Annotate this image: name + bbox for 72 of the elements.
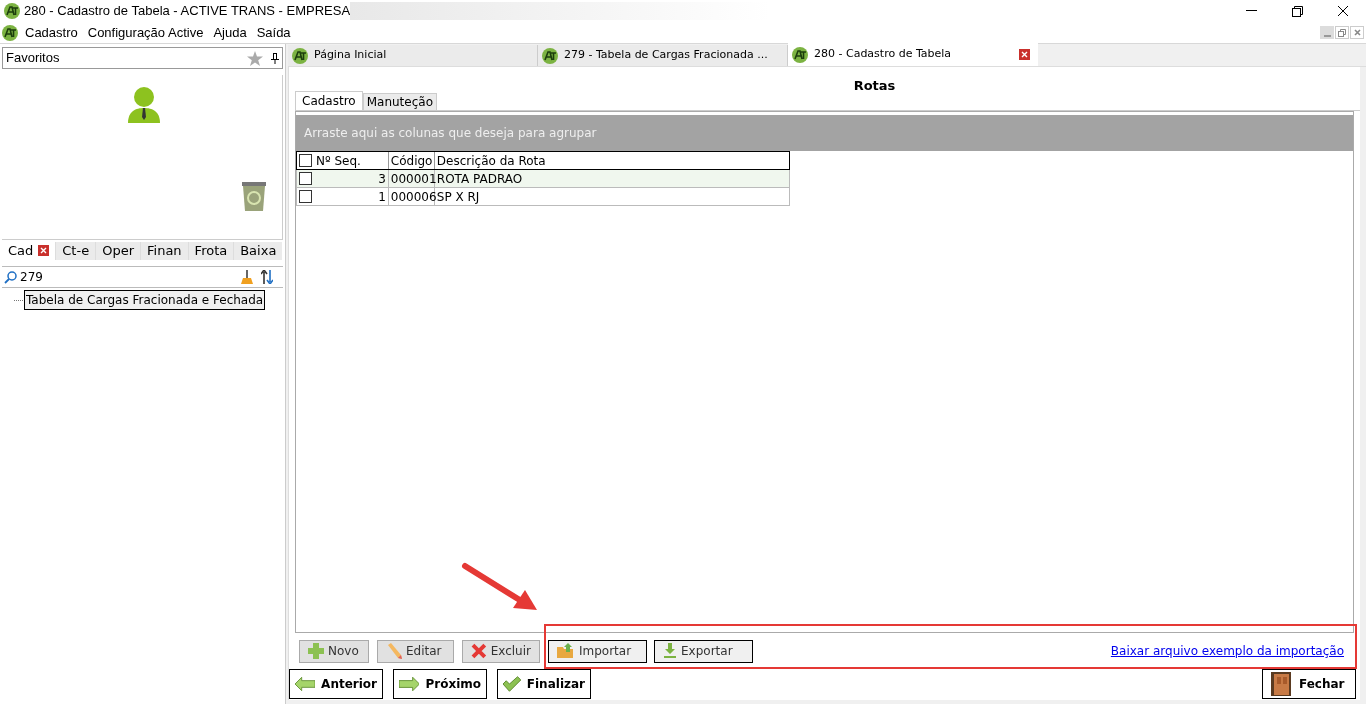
close-button[interactable]: [1350, 26, 1364, 39]
action-button[interactable]: Exportar: [654, 639, 753, 663]
restore-icon: [1291, 5, 1303, 17]
door-icon: [1271, 671, 1291, 696]
nav-button[interactable]: Anterior: [289, 668, 383, 699]
window-title: 280 - Cadastro de Tabela - ACTIVE TRANS - EMPRESA: [24, 2, 351, 21]
document-tab[interactable]: 280 - Cadastro de Tabela: [788, 43, 1038, 66]
checkmark-icon: [503, 674, 521, 693]
action-button[interactable]: Editar: [377, 639, 454, 663]
menu-item[interactable]: Saída: [251, 22, 296, 43]
broom-icon[interactable]: [241, 270, 253, 284]
table-cell-text: 3: [378, 170, 386, 188]
group-hint: Arraste aqui as colunas que deseja para agrupar: [304, 125, 597, 142]
page-heading: Rotas: [853, 77, 896, 93]
favorites-label: Favoritos: [6, 49, 60, 68]
close-icon: [1353, 29, 1361, 36]
nav-button[interactable]: Próximo: [393, 668, 487, 699]
menu-item[interactable]: Ajuda: [208, 22, 252, 43]
action-button[interactable]: Excluir: [462, 639, 540, 663]
table-row[interactable]: 1 000006SP X RJ: [296, 188, 790, 206]
sidebar-tab[interactable]: Finan: [140, 242, 188, 260]
table-row[interactable]: 3 000001ROTA PADRAO: [296, 170, 790, 188]
star-icon[interactable]: [247, 50, 263, 66]
tree-item[interactable]: Tabela de Cargas Fracionada e Fechada: [24, 290, 266, 310]
close-window-button[interactable]: Fechar: [1262, 668, 1356, 699]
row-checkbox[interactable]: [299, 172, 312, 185]
sidebar-tab[interactable]: Oper: [95, 242, 140, 260]
download-link[interactable]: Baixar arquivo exemplo da importação: [1110, 642, 1344, 660]
document-tab[interactable]: Página Inicial: [288, 45, 538, 66]
logo-icon: [4, 3, 20, 19]
pencil-icon: [386, 643, 402, 659]
logo-icon: [2, 24, 18, 41]
close-icon[interactable]: [1019, 49, 1030, 60]
download-icon: [663, 643, 677, 659]
nav-button[interactable]: Finalizar: [497, 668, 591, 699]
folder-upload-icon: [557, 643, 575, 659]
action-button[interactable]: Novo: [299, 639, 369, 663]
search-icon: [4, 270, 17, 284]
left-arrow-icon: [295, 675, 316, 692]
pin-icon[interactable]: [271, 52, 279, 64]
action-button[interactable]: Importar: [548, 639, 647, 663]
plus-icon: [308, 643, 324, 659]
row-checkbox[interactable]: [299, 190, 312, 203]
table-cell-text: 1: [378, 188, 386, 206]
table-cell-text: ROTA PADRAO: [436, 170, 523, 188]
right-arrow-icon: [399, 675, 420, 692]
sub-tab[interactable]: Cadastro: [295, 91, 363, 110]
sidebar-tab[interactable]: Ct-e: [55, 242, 96, 260]
logo-icon: [542, 47, 558, 64]
table-cell-text: 000001: [390, 170, 437, 188]
close-icon[interactable]: [38, 245, 50, 256]
cross-icon: [471, 643, 487, 659]
table-cell-text: 000006: [390, 188, 437, 206]
column-header[interactable]: Nº Seq.: [297, 152, 389, 169]
sidebar-tab[interactable]: Baixa: [233, 242, 283, 260]
select-all-checkbox[interactable]: [299, 154, 312, 167]
table-cell-text: SP X RJ: [436, 188, 480, 206]
logo-icon: [792, 46, 808, 63]
menu-item[interactable]: Configuração Active: [82, 22, 209, 43]
restore-icon: [1338, 28, 1346, 37]
logo-icon: [292, 47, 308, 64]
minimize-icon: [1323, 35, 1331, 37]
search-field[interactable]: 279: [2, 266, 283, 288]
document-tab[interactable]: 279 - Tabela de Cargas Fracionada ...: [538, 45, 788, 66]
close-icon: [1337, 5, 1349, 17]
user-icon[interactable]: [128, 87, 160, 123]
column-header[interactable]: Código: [388, 152, 435, 169]
minimize-icon: [1245, 10, 1257, 12]
sub-tab[interactable]: Manuteção: [362, 93, 437, 110]
sidebar-tab[interactable]: Frota: [187, 242, 234, 260]
menu-item[interactable]: Cadastro: [20, 22, 83, 43]
sort-icon[interactable]: [261, 270, 273, 284]
